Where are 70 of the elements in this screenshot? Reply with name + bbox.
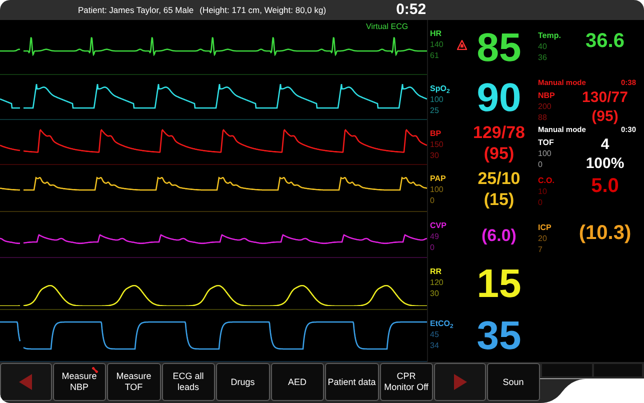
parameter-value: 35	[476, 315, 522, 357]
patient-measurements: (Height: 171 cm, Weight: 80,0 kg)	[200, 4, 326, 16]
menu-button[interactable]: CPR Monitor Off	[380, 363, 434, 401]
parameter-label: SpO$_{2}$	[430, 83, 451, 94]
parameter-value: 5.0	[591, 174, 619, 199]
alarm-limit: 49	[430, 231, 440, 242]
menu-button[interactable]: Patient data	[325, 363, 379, 401]
parameter-value: 129/78	[473, 122, 525, 142]
menu-button[interactable]: AED	[270, 363, 324, 401]
alarm-limit: 20	[538, 233, 548, 244]
alarm-limit: 200	[538, 101, 552, 112]
parameter-value: 130/77	[582, 88, 628, 107]
elapsed-timer: 0:52	[396, 0, 426, 20]
parameter-value: 85	[476, 26, 522, 68]
menu-button[interactable]: Measure TOF	[107, 363, 161, 401]
parameter-label: ICP	[538, 222, 552, 233]
alarm-limit: 61	[430, 50, 440, 61]
parameter-value: (95)	[484, 142, 514, 164]
parameter-value: (6.0)	[482, 224, 516, 246]
alarm-limit: 36	[538, 52, 548, 63]
parameter-value: 25/10	[478, 168, 520, 188]
alarm-limit: 100	[430, 184, 444, 195]
alarm-limit: 88	[538, 112, 548, 123]
menu-button[interactable]: Drugs	[216, 363, 270, 401]
parameter-value: 4	[600, 135, 610, 154]
parameter-label: RR	[430, 266, 443, 277]
parameter-label: Temp.	[538, 30, 562, 41]
right-arrow-icon	[452, 374, 467, 390]
parameter-label: NBP	[538, 90, 556, 101]
alarm-limit: 0	[538, 159, 544, 170]
alarm-limit: 7	[538, 244, 544, 255]
alarm-limit: 0	[538, 197, 544, 208]
alarm-limit: 0	[430, 195, 436, 206]
parameter-value: (95)	[592, 107, 618, 126]
parameter-label: HR	[430, 28, 443, 39]
alarm-limit: 100	[430, 94, 444, 105]
alarm-limit: 150	[430, 139, 444, 150]
left-arrow-icon	[18, 374, 33, 390]
menu-button[interactable]: Measure NBP	[52, 363, 106, 401]
alarm-limit: 100	[538, 148, 552, 159]
next-button[interactable]	[434, 363, 486, 401]
parameter-value: (15)	[484, 188, 514, 210]
alarm-limit: 10	[538, 186, 548, 197]
parameter-label: EtCO$_{2}$	[430, 318, 454, 329]
parameter-label: CVP	[430, 220, 448, 231]
alarm-limit: 30	[430, 150, 440, 161]
alarm-limit: 40	[538, 41, 548, 52]
menu-button[interactable]: Soun	[486, 363, 540, 401]
alert-icon	[92, 367, 98, 373]
alarm-limit: 0	[430, 242, 436, 253]
alarm-limit: 45	[430, 329, 440, 340]
alarm-limit: 34	[430, 340, 440, 351]
alarm-limit: 30	[430, 288, 440, 299]
parameter-label: PAP	[430, 173, 447, 184]
alarm-limit: 120	[430, 277, 444, 288]
parameter-value: 15	[476, 263, 522, 305]
parameter-label: C.O.	[538, 175, 556, 186]
parameter-value: 90	[476, 76, 522, 118]
menu-button[interactable]: ECG all leads	[162, 363, 216, 401]
parameter-value: 36.6	[586, 29, 624, 54]
patient-info: Patient: James Taylor, 65 Male	[78, 4, 194, 16]
parameter-value: (10.3)	[578, 221, 632, 246]
alarm-limit: 25	[430, 105, 440, 116]
waveform-title: Virtual ECG	[366, 21, 408, 33]
alarm-limit: 140	[430, 39, 444, 50]
parameter-label: BP	[430, 128, 442, 139]
parameter-value: 100%	[586, 154, 624, 173]
parameter-label: TOF	[538, 137, 555, 148]
previous-button[interactable]	[0, 363, 52, 401]
alarm-icon	[457, 40, 467, 50]
